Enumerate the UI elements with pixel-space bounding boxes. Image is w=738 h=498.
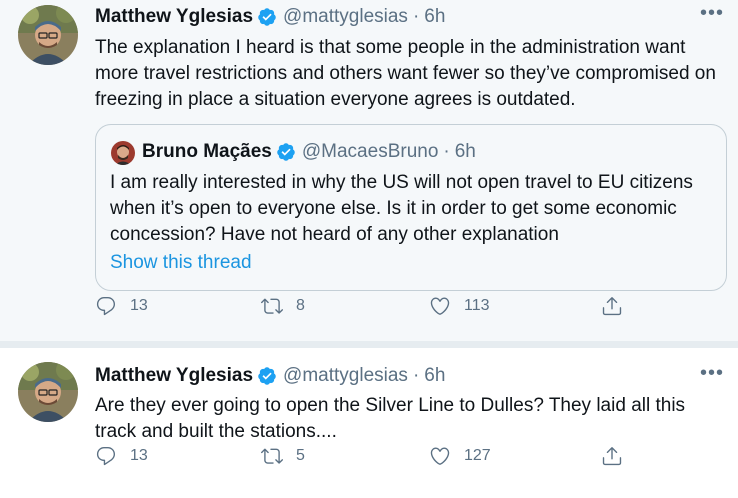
quoted-avatar [111,141,135,165]
retweet-button[interactable]: 5 [261,445,305,467]
quoted-tweet-text: I am really interested in why the US wil… [110,172,693,245]
reply-button[interactable]: 13 [95,295,148,317]
avatar[interactable] [18,5,78,65]
author-handle[interactable]: @mattyglesias [283,365,408,387]
like-button[interactable]: 127 [429,445,491,467]
avatar[interactable] [18,362,78,422]
tweet-text: Are they ever going to open the Silver L… [95,395,686,442]
quoted-header: Bruno Maçães @MacaesBruno · 6h [142,141,476,163]
like-count: 127 [464,447,491,464]
share-button[interactable] [601,295,623,317]
tweet-1[interactable]: Matthew Yglesias @mattyglesias · 6h ••• … [0,0,738,341]
retweet-button[interactable]: 8 [261,295,305,317]
more-options-icon[interactable]: ••• [700,362,724,385]
share-button[interactable] [601,445,623,467]
author-handle[interactable]: @mattyglesias [283,6,408,28]
quoted-tweet[interactable]: Bruno Maçães @MacaesBruno · 6h I am real… [95,124,727,291]
tweet-2[interactable]: Matthew Yglesias @mattyglesias · 6h ••• … [0,348,738,498]
share-icon [602,447,622,466]
quoted-author-handle: @MacaesBruno [301,141,439,162]
verified-badge-icon [258,8,276,26]
heart-icon [430,447,450,465]
separator-dot: · [412,6,420,27]
more-options-icon[interactable]: ••• [700,2,724,25]
timestamp[interactable]: 6h [424,6,445,28]
reply-icon [96,297,116,316]
reply-icon [96,447,116,466]
quoted-timestamp: 6h [454,141,476,162]
retweet-icon [261,298,283,314]
author-name[interactable]: Matthew Yglesias [95,6,253,28]
separator-dot: · [412,365,420,386]
timestamp[interactable]: 6h [424,365,445,387]
share-icon [602,297,622,316]
retweet-icon [261,448,283,464]
reply-count: 13 [130,297,148,314]
retweet-count: 8 [296,297,305,314]
reply-button[interactable]: 13 [95,445,148,467]
tweet-text: The explanation I heard is that some peo… [95,37,716,110]
reply-count: 13 [130,447,148,464]
like-button[interactable]: 113 [429,295,490,317]
heart-icon [430,297,450,315]
verified-badge-icon [258,367,276,385]
retweet-count: 5 [296,447,305,464]
quoted-author-name: Bruno Maçães [142,141,272,162]
tweet-header: Matthew Yglesias @mattyglesias · 6h [95,365,445,387]
separator-dot: · [443,141,450,162]
author-name[interactable]: Matthew Yglesias [95,365,253,387]
tweet-header: Matthew Yglesias @mattyglesias · 6h [95,6,445,28]
like-count: 113 [464,297,490,314]
verified-badge-icon [277,143,295,161]
show-thread-link[interactable]: Show this thread [110,252,252,274]
